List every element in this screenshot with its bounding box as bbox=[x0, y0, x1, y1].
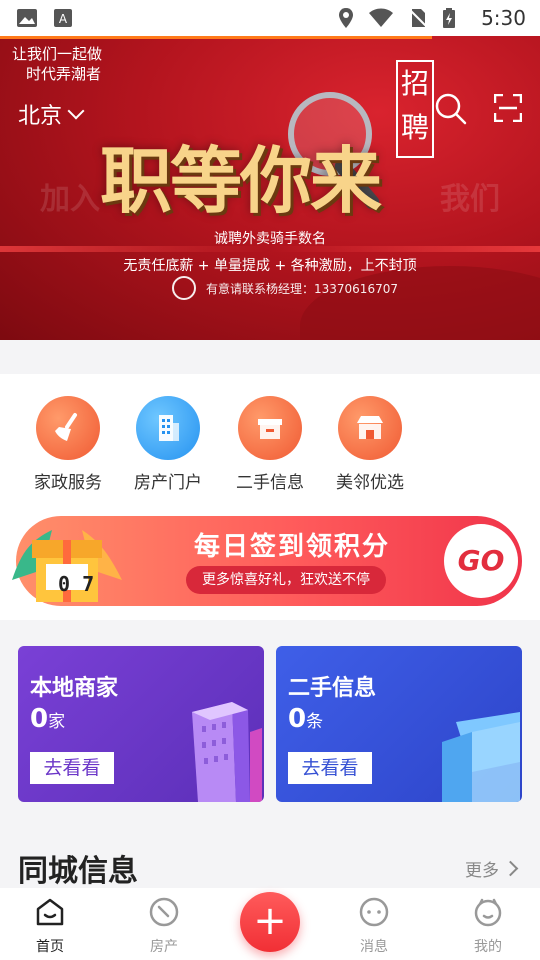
plus-icon: + bbox=[253, 898, 287, 944]
card-title: 本地商家 bbox=[30, 676, 119, 701]
city-label: 北京 bbox=[18, 104, 63, 129]
card-count: 0条 bbox=[288, 704, 323, 734]
more-link[interactable]: 更多 bbox=[465, 856, 519, 881]
tab-label: 首页 bbox=[36, 939, 64, 955]
svg-text:A: A bbox=[59, 12, 68, 26]
card-count: 0家 bbox=[30, 704, 65, 734]
go-button[interactable]: GO bbox=[444, 524, 518, 598]
chat-icon bbox=[359, 897, 389, 927]
progress-line bbox=[0, 36, 432, 39]
broom-icon bbox=[36, 396, 100, 460]
bg-word-left: 加入 bbox=[40, 182, 100, 217]
home-icon bbox=[36, 898, 64, 926]
more-label: 更多 bbox=[465, 861, 499, 881]
tab-home[interactable]: 首页 bbox=[10, 896, 90, 956]
compass-icon bbox=[149, 897, 179, 927]
shop-icon bbox=[338, 396, 402, 460]
tab-realestate[interactable]: 房产 bbox=[124, 896, 204, 956]
battery-charging-icon bbox=[443, 8, 455, 28]
count-unit: 条 bbox=[306, 712, 324, 732]
status-bar: A 5:30 bbox=[0, 0, 540, 36]
gift-number: 0 7 bbox=[58, 572, 95, 596]
tab-label: 我的 bbox=[474, 939, 502, 955]
service-label: 房产门户 bbox=[134, 473, 202, 493]
no-sim-icon bbox=[408, 8, 428, 28]
building-illustration-icon bbox=[192, 702, 262, 802]
view-button[interactable]: 去看看 bbox=[288, 752, 372, 784]
wifi-icon bbox=[369, 8, 393, 27]
tab-messages[interactable]: 消息 bbox=[334, 896, 414, 956]
tab-label: 房产 bbox=[150, 939, 178, 955]
card-title: 二手信息 bbox=[288, 676, 377, 701]
chevron-down-icon bbox=[67, 102, 85, 120]
image-icon bbox=[17, 9, 37, 27]
box-icon bbox=[238, 396, 302, 460]
service-label: 二手信息 bbox=[236, 473, 304, 493]
hero-headline: 职等你来 bbox=[100, 138, 382, 223]
service-realestate[interactable]: 房产门户 bbox=[118, 396, 218, 493]
hero-line2: 无责任底薪 + 单量提成 + 各种激励，上不封顶 bbox=[123, 258, 417, 274]
tab-label: 消息 bbox=[360, 939, 388, 955]
search-icon[interactable] bbox=[434, 92, 468, 126]
service-label: 家政服务 bbox=[34, 473, 102, 493]
recruit-badge: 招聘 bbox=[396, 60, 434, 158]
service-secondhand[interactable]: 二手信息 bbox=[220, 396, 320, 493]
slogan-line1: 让我们一起做 bbox=[12, 45, 103, 63]
chevron-right-icon bbox=[502, 860, 519, 877]
card-secondhand[interactable]: 二手信息 0条 去看看 bbox=[276, 646, 522, 802]
checkin-banner[interactable]: 0 7 每日签到领积分 更多惊喜好礼，狂欢送不停 GO bbox=[12, 516, 522, 606]
location-icon bbox=[339, 8, 353, 28]
service-label: 美邻优选 bbox=[336, 473, 404, 493]
hero-line1: 诚聘外卖骑手数名 bbox=[214, 231, 326, 247]
service-housekeeping[interactable]: 家政服务 bbox=[18, 396, 118, 493]
count-unit: 家 bbox=[48, 712, 66, 732]
cube-illustration-icon bbox=[442, 712, 520, 802]
bg-word-right: 我们 bbox=[440, 182, 500, 217]
profile-icon bbox=[474, 898, 502, 927]
text-a-icon: A bbox=[54, 9, 72, 27]
checkin-subtitle: 更多惊喜好礼，狂欢送不停 bbox=[186, 566, 386, 594]
count-value: 0 bbox=[30, 704, 49, 734]
count-value: 0 bbox=[288, 704, 307, 734]
scan-icon[interactable] bbox=[494, 94, 522, 122]
hero-banner[interactable]: 让我们一起做 时代弄潮者 北京 加入 我们 招聘 职等你来 诚聘外卖骑手数名 无… bbox=[0, 36, 540, 340]
post-button[interactable]: + bbox=[240, 892, 300, 952]
slogan-line2: 时代弄潮者 bbox=[26, 65, 102, 83]
hero-contact: 有意请联系杨经理：13370616707 bbox=[172, 276, 398, 300]
tab-profile[interactable]: 我的 bbox=[448, 896, 528, 956]
card-local-merchants[interactable]: 本地商家 0家 去看看 bbox=[18, 646, 264, 802]
building-icon bbox=[136, 396, 200, 460]
hero-contact-text: 有意请联系杨经理：13370616707 bbox=[206, 281, 398, 296]
view-button[interactable]: 去看看 bbox=[30, 752, 114, 784]
clock: 5:30 bbox=[481, 6, 526, 30]
section-title: 同城信息 bbox=[18, 854, 138, 889]
phone-icon bbox=[172, 276, 196, 300]
city-selector[interactable]: 北京 bbox=[18, 98, 85, 130]
checkin-title: 每日签到领积分 bbox=[194, 532, 391, 562]
service-neighbor[interactable]: 美邻优选 bbox=[320, 396, 420, 493]
